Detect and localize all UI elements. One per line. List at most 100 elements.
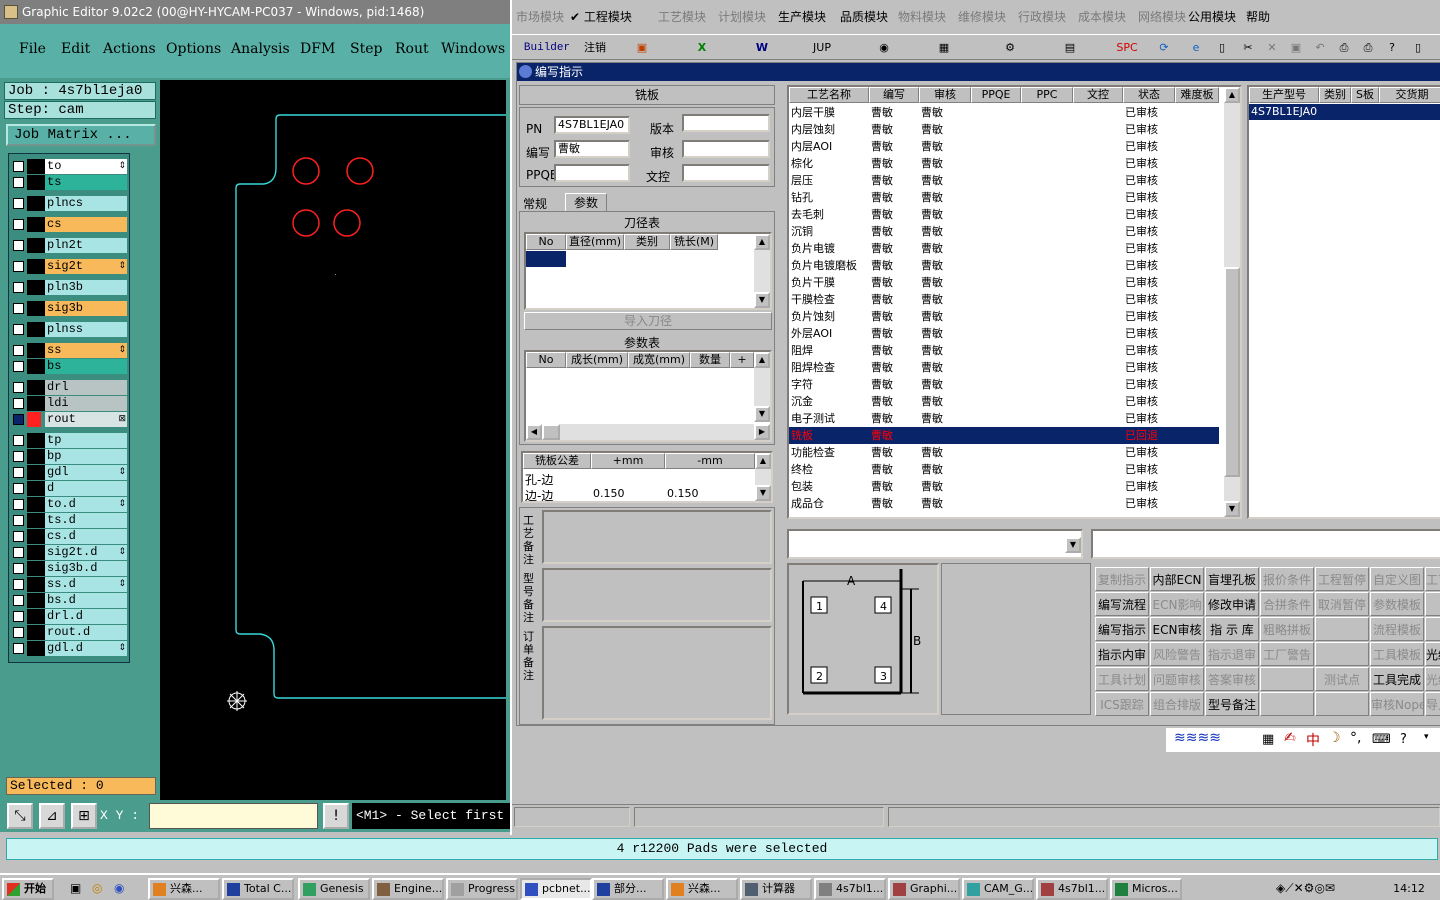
exit-icon[interactable]: ▯ (1408, 38, 1428, 58)
taskbar-task[interactable]: Genesis (298, 878, 370, 900)
scroll-up-icon[interactable]: ▲ (754, 352, 770, 368)
process-row[interactable]: 内层AOI 曹敏 曹敏 已审核 (789, 138, 1219, 155)
layer-checkbox[interactable] (13, 643, 24, 654)
taskbar-task[interactable]: pcbnet... (520, 878, 592, 900)
layer-row[interactable]: ts (9, 175, 129, 190)
action-button[interactable]: 编写指示 (1095, 617, 1149, 641)
taskbar-task[interactable]: CAM_G... (962, 878, 1034, 900)
writer-field[interactable]: 曹敏 (554, 140, 630, 158)
ie-icon[interactable]: e (1186, 38, 1206, 58)
layer-row[interactable]: ldi (9, 396, 129, 411)
process-row[interactable]: 负片干膜 曹敏 曹敏 已审核 (789, 274, 1219, 291)
process-note-field[interactable] (542, 510, 772, 564)
action-button[interactable]: 指示内审 (1095, 642, 1149, 666)
process-row[interactable]: 沉铜 曹敏 曹敏 已审核 (789, 223, 1219, 240)
jup-button[interactable]: JUP (808, 38, 836, 58)
module-menu-item[interactable]: 生产模块 (778, 8, 826, 25)
action-button[interactable]: 自定义图 (1370, 567, 1424, 591)
soft-keyboard-icon[interactable]: ⌨ (1372, 732, 1391, 747)
save-icon[interactable]: ▣ (1286, 38, 1306, 58)
taskbar-task[interactable]: 兴森... (666, 878, 738, 900)
printer-queue-icon[interactable]: ▤ (1060, 38, 1080, 58)
process-row[interactable]: 字符 曹敏 曹敏 已审核 (789, 376, 1219, 393)
scroll-up-icon[interactable]: ▲ (1224, 87, 1240, 103)
process-row[interactable]: 阻焊检查 曹敏 曹敏 已审核 (789, 359, 1219, 376)
moon-icon[interactable]: ☽ (1328, 730, 1341, 746)
process-row[interactable]: 负片电镀磨板 曹敏 曹敏 已审核 (789, 257, 1219, 274)
layer-row[interactable]: sig3b (9, 301, 129, 316)
action-button[interactable]: 工艺 (1425, 567, 1440, 591)
layer-row[interactable]: pln3b (9, 280, 129, 295)
grid-column-header[interactable]: 文控 (1073, 87, 1123, 103)
network-icon[interactable]: ⚙ (1000, 38, 1020, 58)
layer-checkbox[interactable] (13, 451, 24, 462)
module-menu-item[interactable]: 工艺模块 (658, 8, 706, 25)
calculator-icon[interactable]: ▦ (934, 38, 954, 58)
layer-checkbox[interactable] (13, 219, 24, 230)
menu-windows[interactable]: Windows (441, 41, 505, 57)
layer-row[interactable]: bs.d (9, 593, 129, 608)
process-row[interactable]: 棕化 曹敏 曹敏 已审核 (789, 155, 1219, 172)
action-button[interactable]: 指 示 库 (1205, 617, 1259, 641)
scroll-thumb[interactable] (1224, 267, 1240, 477)
layer-context-icon[interactable]: ⊠ (118, 412, 126, 427)
taskbar-task[interactable]: 4s7bl1... (1036, 878, 1108, 900)
layer-row[interactable]: pln2t (9, 238, 129, 253)
grid-column-header[interactable]: 编写 (869, 87, 919, 103)
excel-icon[interactable]: X (692, 38, 712, 58)
module-menu-item[interactable]: 网络模块 (1138, 8, 1186, 25)
layer-checkbox[interactable] (13, 161, 24, 172)
layer-context-icon[interactable]: ⇕ (118, 497, 126, 512)
layer-row[interactable]: gdl ⇕ (9, 465, 129, 480)
layer-row[interactable]: plncs (9, 196, 129, 211)
process-row[interactable]: 内层干膜 曹敏 曹敏 已审核 (789, 104, 1219, 121)
action-button[interactable]: 光绘 (1425, 667, 1440, 691)
layer-row[interactable]: drl (9, 380, 129, 395)
taskbar-task[interactable]: Engine... (372, 878, 444, 900)
taskbar-task[interactable]: 计算器 (740, 878, 812, 900)
version-field[interactable] (682, 114, 770, 132)
scroll-down-icon[interactable]: ▼ (754, 292, 770, 308)
scroll-up-icon[interactable]: ▲ (755, 453, 771, 469)
pn-field[interactable]: 4S7BL1EJA0 (554, 116, 630, 134)
zoom-tool-button[interactable]: ⤡ (7, 803, 33, 829)
spc-button[interactable]: SPC (1112, 38, 1142, 58)
layer-checkbox[interactable] (13, 345, 24, 356)
layer-checkbox[interactable] (13, 547, 24, 558)
layer-checkbox[interactable] (13, 198, 24, 209)
process-row[interactable]: 阻焊 曹敏 曹敏 已审核 (789, 342, 1219, 359)
add-column-button[interactable]: + (730, 352, 754, 368)
layer-checkbox[interactable] (13, 483, 24, 494)
process-row[interactable]: 负片电镀 曹敏 曹敏 已审核 (789, 240, 1219, 257)
xy-input[interactable] (149, 803, 318, 829)
layer-row[interactable]: ss.d ⇕ (9, 577, 129, 592)
grid-column-header[interactable]: 状态 (1123, 87, 1175, 103)
refresh-icon[interactable]: ⟳ (1154, 38, 1174, 58)
action-button[interactable] (1315, 642, 1369, 666)
layer-row[interactable]: ss ⇕ (9, 343, 129, 358)
process-grid[interactable]: 工艺名称 编写 审核 PPQE PPC 文控 状态 难度板 内层干膜 曹敏 曹敏 已审核 内层蚀刻 曹敏… (787, 85, 1242, 519)
layer-row[interactable]: rout.d (9, 625, 129, 640)
layer-checkbox[interactable] (13, 282, 24, 293)
action-button[interactable]: 审核Nope (1370, 692, 1424, 716)
menu-dfm[interactable]: DFM (300, 41, 335, 57)
module-menu-item[interactable]: 市场模块 (516, 8, 564, 25)
scroll-right-icon[interactable]: ▶ (754, 424, 770, 440)
layer-checkbox[interactable] (13, 261, 24, 272)
grid-column-header[interactable]: PPC (1021, 87, 1073, 103)
layer-checkbox[interactable] (13, 177, 24, 188)
tray-icons[interactable]: ◈⟋✕⚙◎✉ (1276, 881, 1335, 896)
action-button[interactable]: ECN影响 (1150, 592, 1204, 616)
module-menu-item[interactable]: 维修模块 (958, 8, 1006, 25)
quicklaunch-icon[interactable]: ◎ (92, 881, 102, 895)
job-matrix-button[interactable]: Job Matrix ... (6, 124, 156, 146)
action-button[interactable]: 粗略拼板 (1260, 617, 1314, 641)
layer-checkbox[interactable] (13, 579, 24, 590)
action-button[interactable]: 复制指示 (1095, 567, 1149, 591)
layer-context-icon[interactable]: ⇕ (118, 545, 126, 560)
param-table-hscrollbar[interactable]: ◀ ▶ (526, 424, 770, 440)
process-row[interactable]: 钻孔 曹敏 曹敏 已审核 (789, 189, 1219, 206)
print-icon[interactable]: ⎙ (1358, 38, 1378, 58)
show-desktop-icon[interactable]: ▣ (70, 881, 81, 895)
action-button[interactable]: 工厂警告 (1260, 642, 1314, 666)
